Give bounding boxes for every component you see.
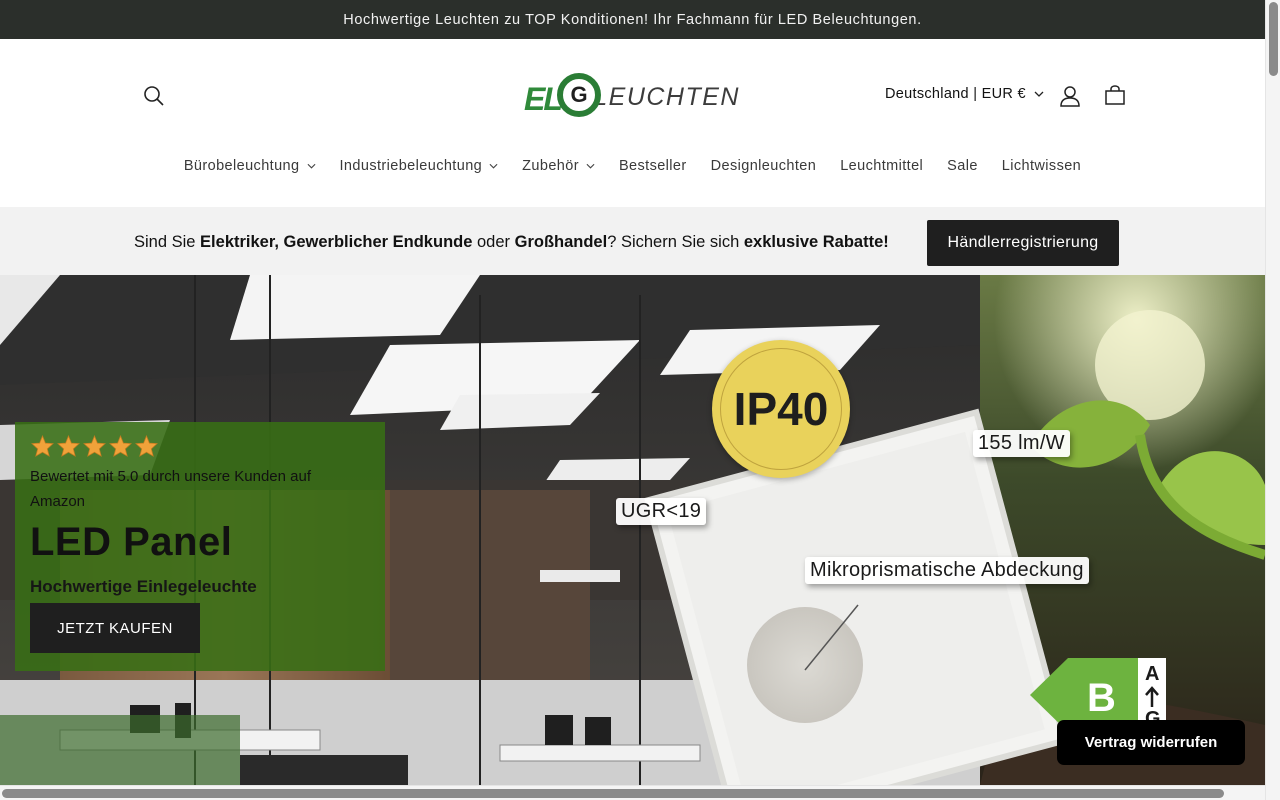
country-currency-selector[interactable]: Deutschland | EUR €: [885, 86, 1044, 102]
logo-mark: EL G: [524, 71, 601, 123]
star-icon: [135, 435, 158, 457]
promo-text-part: Sind Sie: [134, 233, 201, 251]
energy-class-text: B: [1087, 676, 1116, 720]
nav-label: Leuchtmittel: [840, 158, 924, 174]
nav-item-bestseller[interactable]: Bestseller: [607, 156, 699, 176]
chevron-down-icon: [1034, 91, 1044, 97]
hero-subtitle: Hochwertige Einlegeleuchte: [30, 577, 257, 596]
star-icon: [109, 435, 132, 457]
horizontal-scrollbar[interactable]: [0, 785, 1265, 800]
main-navigation: Bürobeleuchtung Industriebeleuchtung Zub…: [0, 156, 1265, 176]
ip-rating-badge: IP40: [712, 340, 850, 478]
chevron-down-icon: [307, 163, 315, 169]
hero-title: LED Panel: [30, 520, 233, 564]
dealer-promo-bar: Sind Sie Elektriker, Gewerblicher Endkun…: [0, 207, 1265, 275]
search-icon: [144, 86, 164, 106]
logo-mark-el: EL: [524, 81, 563, 117]
star-icon: [57, 435, 80, 457]
nav-label: Lichtwissen: [1001, 158, 1082, 174]
chevron-down-icon: [489, 163, 498, 169]
hero-banner: B A G IP40 155 lm/W UGR<19 Mikroprismati…: [0, 275, 1265, 785]
vertical-scrollbar-thumb[interactable]: [1269, 2, 1278, 76]
nav-label: Sale: [947, 158, 978, 174]
horizontal-scrollbar-thumb[interactable]: [2, 789, 1224, 798]
buy-now-button[interactable]: JETZT KAUFEN: [30, 603, 200, 653]
vertical-scrollbar[interactable]: [1265, 0, 1280, 800]
cart-button[interactable]: [1099, 80, 1131, 112]
star-icon: [83, 435, 106, 457]
nav-label: Bestseller: [618, 158, 687, 174]
promo-text-bold: Großhandel: [514, 233, 608, 251]
dealer-registration-button[interactable]: Händlerregistrierung: [927, 220, 1119, 266]
site-logo[interactable]: EL G LEUCHTEN: [524, 71, 740, 123]
rating-text: Bewertet mit 5.0 durch unsere Kunden auf…: [30, 468, 312, 510]
nav-item-lichtwissen[interactable]: Lichtwissen: [990, 156, 1093, 176]
announcement-text: Hochwertige Leuchten zu TOP Konditionen!…: [343, 11, 922, 28]
announcement-bar: Hochwertige Leuchten zu TOP Konditionen!…: [0, 0, 1265, 39]
nav-item-buerobeleuchtung[interactable]: Bürobeleuchtung: [172, 156, 328, 176]
energy-scale-top: A: [1145, 663, 1159, 685]
nav-item-zubehoer[interactable]: Zubehör: [510, 156, 607, 176]
revoke-contract-button[interactable]: Vertrag widerrufen: [1057, 720, 1245, 765]
cart-icon: [1105, 85, 1125, 105]
site-header: EL G LEUCHTEN Deutschland | EUR € Bürobe…: [0, 39, 1265, 207]
ugr-badge: UGR<19: [616, 498, 707, 525]
nav-label: Bürobeleuchtung: [183, 158, 300, 174]
promo-text-part: oder: [472, 233, 515, 251]
hero-product-card: Bewertet mit 5.0 durch unsere Kunden auf…: [15, 422, 385, 671]
nav-item-designleuchten[interactable]: Designleuchten: [699, 156, 829, 176]
efficacy-badge: 155 lm/W: [973, 430, 1070, 457]
ip-rating-text: IP40: [720, 348, 842, 470]
nav-label: Zubehör: [522, 158, 579, 174]
nav-item-sale[interactable]: Sale: [935, 156, 990, 176]
promo-text-bold: Elektriker, Gewerblicher Endkunde: [200, 233, 473, 251]
chevron-down-icon: [586, 163, 595, 169]
cover-badge: Mikroprismatische Abdeckung: [805, 557, 1089, 584]
country-label: Deutschland | EUR €: [885, 86, 1026, 102]
logo-text: LEUCHTEN: [593, 82, 740, 111]
nav-label: Industriebeleuchtung: [339, 158, 483, 174]
promo-text-bold: exklusive Rabatte!: [743, 233, 889, 251]
nav-item-industriebeleuchtung[interactable]: Industriebeleuchtung: [328, 156, 511, 176]
nav-item-leuchtmittel[interactable]: Leuchtmittel: [828, 156, 935, 176]
logo-mark-g: G: [557, 73, 601, 117]
rating-stars: [31, 435, 158, 457]
user-icon: [1060, 86, 1080, 107]
account-button[interactable]: [1054, 80, 1086, 112]
dealer-promo-text: Sind Sie Elektriker, Gewerblicher Endkun…: [134, 233, 889, 252]
star-icon: [31, 435, 54, 457]
nav-label: Designleuchten: [710, 158, 817, 174]
promo-text-part: ? Sichern Sie sich: [607, 233, 744, 251]
search-button[interactable]: [138, 80, 170, 112]
